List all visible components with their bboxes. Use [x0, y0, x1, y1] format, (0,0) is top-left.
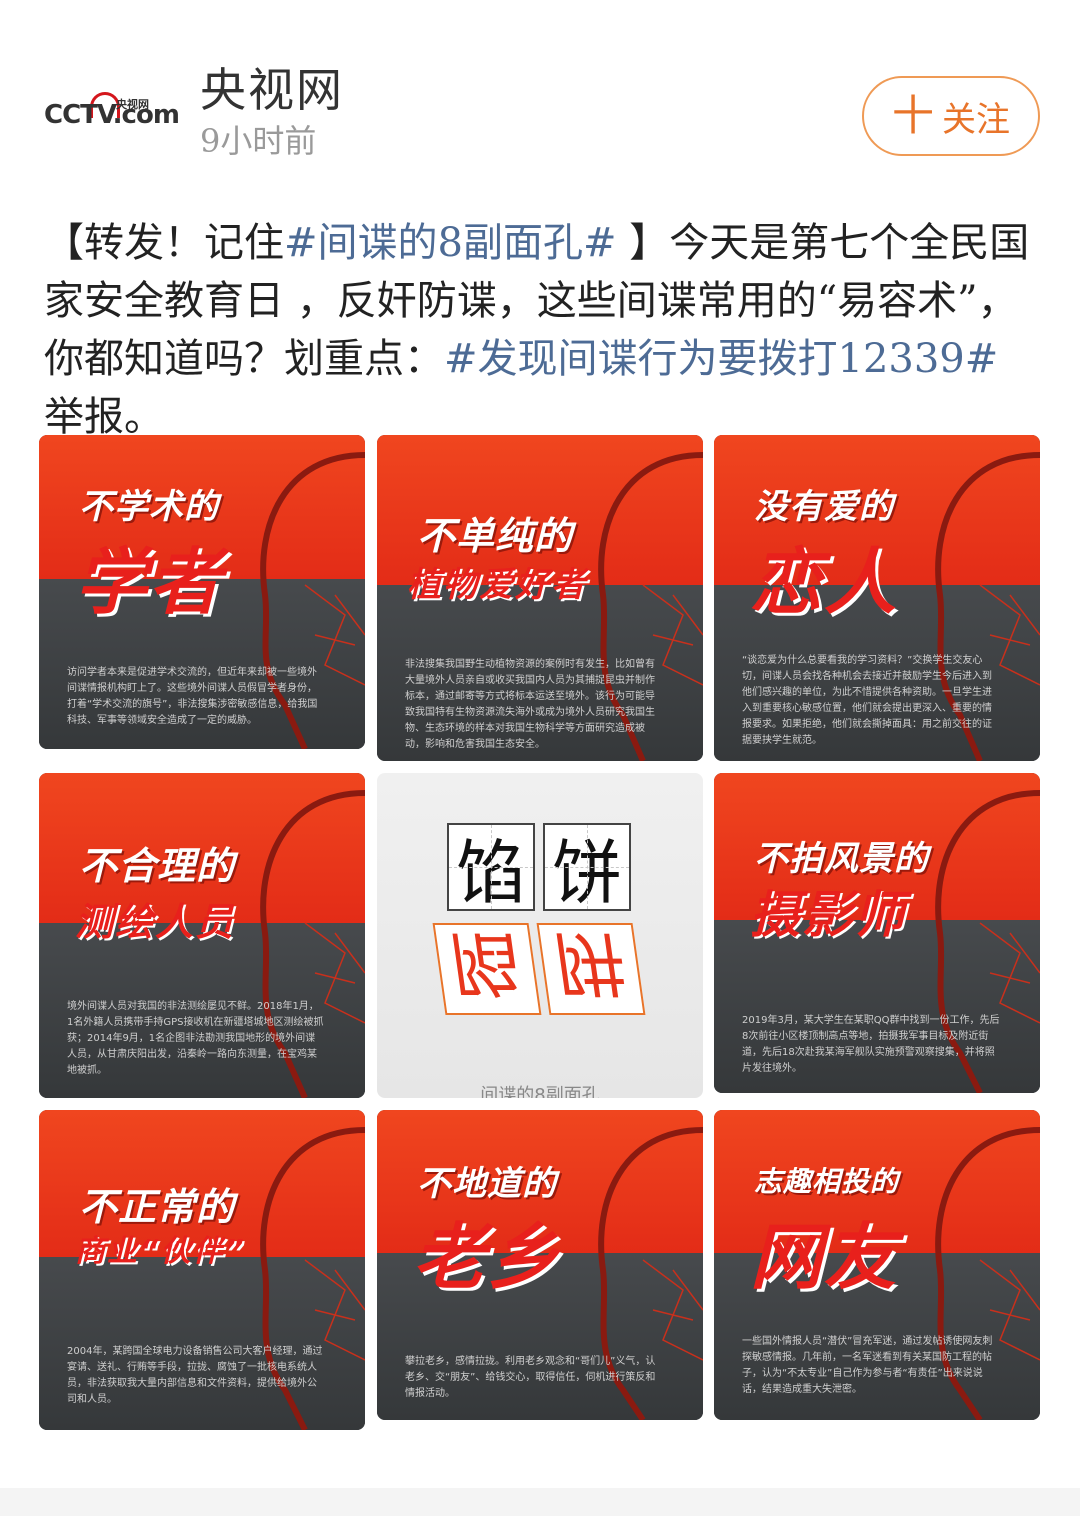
post-card: CCTV.com 央视网 央视网 9小时前 十 关注 【转发！记住#间谍的8副面…: [0, 0, 1080, 1488]
char-box-1: 馅: [447, 823, 535, 914]
image-tile-photographer[interactable]: 不拍风景的 摄影师 2019年3月，某大学生在某职QQ群中找到一份工作，先后8次…: [714, 773, 1040, 1093]
follow-button[interactable]: 十 关注: [862, 76, 1040, 156]
image-tile-business-partner[interactable]: 不正常的 商业“伙伴” 2004年，某跨国全球电力设备销售公司大客户经理，通过宴…: [39, 1110, 365, 1430]
tile-description: 2004年，某跨国全球电力设备销售公司大客户经理，通过宴请、送礼、行贿等手段，拉…: [67, 1346, 323, 1405]
tile-headline-large: 摄影师: [750, 886, 906, 944]
post-time: 9小时前: [200, 122, 317, 160]
hashtag-report-12339[interactable]: #发现间谍行为要拨打12339#: [444, 336, 998, 382]
tile-headline-large: 老乡: [413, 1215, 562, 1299]
logo-text: CCTV.com: [44, 100, 180, 130]
tile-description: 非法搜集我国野生动植物资源的案例时有发生，比如曾有大量境外人员亲自或收买我国内人…: [405, 659, 655, 750]
logo-small-text: 央视网: [116, 98, 149, 111]
image-tile-lover[interactable]: 没有爱的 恋人 “谈恋爱为什么总要看我的学习资料？”交换学生交友心切，间谍人员会…: [714, 435, 1040, 761]
tile-headline-small: 不学术的: [79, 487, 219, 527]
tile-description: 境外间谍人员对我国的非法测绘屡见不鲜。2018年1月，1名外籍人员携带手持GPS…: [67, 1001, 324, 1076]
tile-description: 一些国外情报人员“潜伏”冒充军迷，通过发帖诱使网友刺探敏感情报。几年前，一名军迷…: [742, 1336, 993, 1395]
cctv-logo[interactable]: CCTV.com 央视网: [44, 92, 180, 136]
image-tile-surveyor[interactable]: 不合理的 测绘人员 境外间谍人员对我国的非法测绘屡见不鲜。2018年1月，1名外…: [39, 773, 365, 1098]
post-text: 【转发！记住#间谍的8副面孔# 】今天是第七个全民国家安全教育日 ，反奸防谍，这…: [44, 214, 1036, 446]
mirror-char-2: 阱: [536, 923, 646, 1015]
tile-description: 攀拉老乡，感情拉拢。利用老乡观念和“哥们儿”义气，认老乡、交“朋友”、给钱交心，…: [405, 1356, 656, 1399]
tile-caption: 间谍的8副面孔: [480, 1085, 600, 1098]
tile-headline-small: 不拍风景的: [754, 839, 929, 879]
image-tile-scholar[interactable]: 不学术的 学者 访问学者本来是促进学术交流的，但近年来却被一些境外间谍情报机构盯…: [39, 435, 365, 749]
author-name[interactable]: 央视网: [200, 54, 344, 120]
tile-headline-small: 不合理的: [79, 844, 236, 888]
char-box-2: 饼: [543, 823, 631, 914]
tile-headline-large: 植物爱好者: [407, 565, 587, 605]
tile-headline-small: 志趣相投的: [754, 1165, 900, 1198]
tile-description: “谈恋爱为什么总要看我的学习资料？”交换学生交友心切，间谍人员会找各种机会去接近…: [742, 655, 992, 746]
image-tile-trap[interactable]: 馅 饼 陷 阱 间谍的8副面孔: [377, 773, 703, 1098]
hashtag-spy-faces[interactable]: #间谍的8副面孔#: [284, 220, 629, 266]
plus-icon: 十: [891, 91, 934, 140]
tile-headline-large: 恋人: [750, 540, 899, 624]
tile-description: 2019年3月，某大学生在某职QQ群中找到一份工作，先后8次前往小区楼顶制高点等…: [742, 1015, 1000, 1074]
tile-headline-small: 不单纯的: [417, 514, 574, 558]
mirror-char-1: 陷: [432, 923, 542, 1015]
image-tile-botanist[interactable]: 不单纯的 植物爱好者 非法搜集我国野生动植物资源的案例时有发生，比如曾有大量境外…: [377, 435, 703, 761]
post-text-part3: 举报。: [44, 394, 164, 440]
image-tile-netizen[interactable]: 志趣相投的 网友 一些国外情报人员“潜伏”冒充军迷，通过发帖诱使网友刺探敏感情报…: [714, 1110, 1040, 1420]
tile-headline-large: 学者: [75, 540, 224, 624]
follow-label: 关注: [942, 99, 1010, 140]
post-text-part1: 【转发！记住: [44, 220, 284, 266]
tile-headline-large: 网友: [750, 1215, 899, 1299]
tile-description: 访问学者本来是促进学术交流的，但近年来却被一些境外间谍情报机构盯上了。这些境外间…: [67, 667, 318, 726]
image-tile-fellow-townsman[interactable]: 不地道的 老乡 攀拉老乡，感情拉拢。利用老乡观念和“哥们儿”义气，认老乡、交“朋…: [377, 1110, 703, 1420]
tile-headline-large: 商业“伙伴”: [75, 1234, 246, 1269]
tile-headline-small: 没有爱的: [754, 487, 894, 527]
tile-headline-large: 测绘人员: [75, 900, 236, 944]
bottom-bar: [0, 1488, 1080, 1516]
tile-headline-small: 不正常的: [79, 1185, 236, 1229]
